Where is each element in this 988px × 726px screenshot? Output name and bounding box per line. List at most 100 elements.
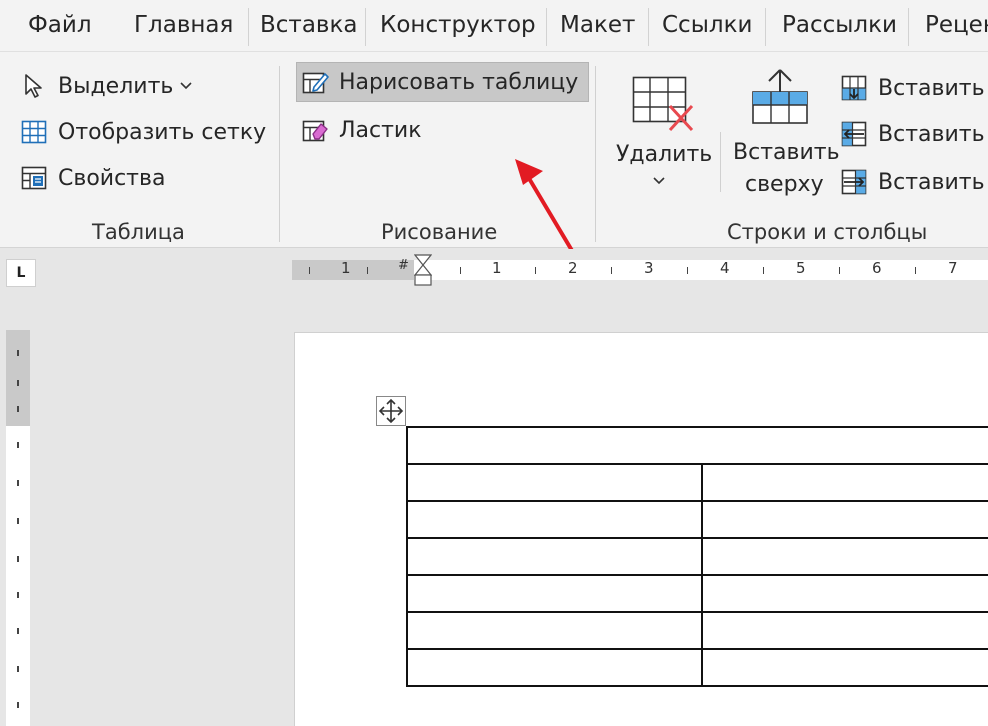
ruler-label: 1 xyxy=(492,259,502,277)
vertical-ruler[interactable] xyxy=(6,330,30,726)
horizontal-ruler[interactable]: 1 # 1 2 3 4 5 6 7 xyxy=(292,254,988,286)
ruler-tick xyxy=(763,267,764,274)
table-cell[interactable] xyxy=(701,574,988,613)
table-cell[interactable] xyxy=(701,537,988,576)
eraser-button[interactable]: Ластик xyxy=(301,110,422,150)
tab-stop-selector[interactable]: L xyxy=(6,259,36,287)
table-cell[interactable] xyxy=(406,611,703,650)
tab-separator xyxy=(248,8,249,46)
ruler-tick xyxy=(17,442,19,448)
group-separator xyxy=(720,132,721,192)
ruler-label: 1 xyxy=(341,259,351,277)
ribbon-tab-bar: Файл Главная Вставка Конструктор Макет С… xyxy=(0,0,988,52)
indent-marker-icon[interactable] xyxy=(414,254,432,304)
draw-table-button[interactable]: Нарисовать таблицу xyxy=(296,62,590,102)
table-cell[interactable] xyxy=(406,648,703,687)
ruler-label: 6 xyxy=(872,259,882,277)
draw-table-label: Нарисовать таблицу xyxy=(339,69,579,95)
table-row xyxy=(406,500,988,539)
table-row xyxy=(406,574,988,613)
tab-file[interactable]: Файл xyxy=(28,12,92,38)
ruler-tick xyxy=(17,666,19,672)
ribbon-panel: Выделить Отобразить сетку Свойства Табли… xyxy=(0,52,988,261)
ruler-margin xyxy=(292,260,414,280)
insert-row-below-icon xyxy=(841,75,867,101)
ruler-label: 5 xyxy=(796,259,806,277)
tab-separator xyxy=(765,8,766,46)
insert-column-left-icon xyxy=(841,121,867,147)
tab-references[interactable]: Ссылки xyxy=(662,12,752,38)
insert-left-label: Вставить с xyxy=(878,121,988,147)
table-cell[interactable] xyxy=(406,463,703,502)
ruler-label: 4 xyxy=(720,259,730,277)
ruler-tick xyxy=(687,267,688,274)
insert-below-button[interactable]: Вставить с xyxy=(840,68,988,108)
show-grid-button[interactable]: Отобразить сетку xyxy=(20,112,266,152)
select-button[interactable]: Выделить xyxy=(20,66,193,106)
select-label: Выделить xyxy=(58,73,174,99)
tab-home[interactable]: Главная xyxy=(134,12,233,38)
table-properties-icon xyxy=(21,166,47,190)
ruler-label: 3 xyxy=(644,259,654,277)
table-row xyxy=(406,648,988,687)
table-cell[interactable] xyxy=(701,611,988,650)
table-cell[interactable] xyxy=(406,426,988,465)
delete-label: Удалить xyxy=(616,142,713,167)
insert-column-right-icon xyxy=(841,169,867,195)
tab-layout[interactable]: Макет xyxy=(560,12,635,38)
insert-row-above-icon xyxy=(752,69,808,124)
table-row xyxy=(406,537,988,576)
table-cell[interactable] xyxy=(406,500,703,539)
insert-left-button[interactable]: Вставить с xyxy=(840,114,988,154)
table-cell[interactable] xyxy=(406,574,703,613)
document-table[interactable] xyxy=(406,426,988,687)
table-group-label: Таблица xyxy=(92,220,185,244)
column-marker-icon[interactable]: # xyxy=(398,258,409,273)
ruler-tick xyxy=(535,267,536,274)
ruler-tick xyxy=(17,380,19,386)
ruler-tick xyxy=(17,350,19,356)
group-separator xyxy=(595,66,596,242)
table-cell[interactable] xyxy=(701,648,988,687)
draw-group-label: Рисование xyxy=(381,220,498,244)
table-cell[interactable] xyxy=(406,537,703,576)
table-row xyxy=(406,426,988,465)
insert-below-label: Вставить с xyxy=(878,75,988,101)
tab-review[interactable]: Рецен xyxy=(925,12,988,38)
insert-right-button[interactable]: Вставить с xyxy=(840,162,988,202)
table-move-handle[interactable] xyxy=(376,396,406,426)
ruler-tick xyxy=(915,267,916,274)
ruler-tick xyxy=(839,267,840,274)
tab-insert[interactable]: Вставка xyxy=(260,12,357,38)
tab-separator xyxy=(365,8,366,46)
delete-table-icon xyxy=(632,76,694,132)
insert-right-label: Вставить с xyxy=(878,169,988,195)
tab-design[interactable]: Конструктор xyxy=(380,12,536,38)
ruler-label: 2 xyxy=(568,259,578,277)
table-cell[interactable] xyxy=(701,500,988,539)
insert-above-button[interactable]: Вставить сверху xyxy=(728,66,840,206)
table-row xyxy=(406,611,988,650)
tab-separator xyxy=(546,8,547,46)
tab-separator xyxy=(648,8,649,46)
insert-above-label-2: сверху xyxy=(745,172,824,197)
table-cell[interactable] xyxy=(701,463,988,502)
move-arrows-icon xyxy=(378,398,404,424)
ruler-tick xyxy=(367,267,368,274)
ruler-tick xyxy=(17,592,19,598)
ruler-tick xyxy=(17,702,19,708)
group-separator xyxy=(279,66,280,242)
tab-mailings[interactable]: Рассылки xyxy=(782,12,897,38)
ruler-label: 7 xyxy=(948,259,958,277)
eraser-label: Ластик xyxy=(339,117,422,143)
ruler-tick xyxy=(460,267,461,274)
properties-label: Свойства xyxy=(58,165,166,191)
rows-columns-group-label: Строки и столбцы xyxy=(727,220,928,244)
properties-button[interactable]: Свойства xyxy=(20,158,165,198)
ruler-tick xyxy=(17,556,19,562)
chevron-down-icon xyxy=(653,177,665,185)
delete-button[interactable]: Удалить xyxy=(608,72,712,202)
cursor-arrow-icon xyxy=(25,74,42,98)
tab-separator xyxy=(908,8,909,46)
insert-above-label-1: Вставить xyxy=(733,140,840,165)
